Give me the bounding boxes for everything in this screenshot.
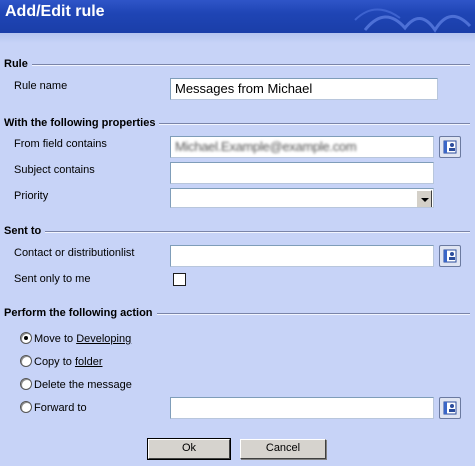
section-properties: With the following properties <box>4 117 470 129</box>
forward-address-book-button[interactable] <box>439 397 461 419</box>
section-sent-to: Sent to <box>4 225 470 237</box>
move-to-label: Move to Developing <box>34 333 131 345</box>
section-action: Perform the following action <box>4 307 470 319</box>
forward-to-radio[interactable] <box>20 401 32 413</box>
section-sent-to-heading: Sent to <box>4 225 42 237</box>
ok-button[interactable]: Ok <box>147 438 231 460</box>
title-bar: Add/Edit rule <box>0 0 475 33</box>
copy-to-radio[interactable] <box>20 355 32 367</box>
sent-only-to-me-checkbox[interactable] <box>173 273 186 286</box>
delete-message-label: Delete the message <box>34 379 132 391</box>
title-bar-shadow <box>0 33 475 43</box>
section-rule-heading: Rule <box>4 58 28 70</box>
copy-to-text: Copy to <box>34 356 75 368</box>
subject-input[interactable] <box>170 162 434 184</box>
move-to-radio[interactable] <box>20 332 32 344</box>
window-title: Add/Edit rule <box>5 3 105 20</box>
address-book-icon <box>443 140 457 154</box>
contact-label: Contact or distributionlist <box>14 247 135 259</box>
sent-only-to-me-label: Sent only to me <box>14 273 91 285</box>
from-address-book-button[interactable] <box>439 136 461 158</box>
from-field-label: From field contains <box>14 138 107 150</box>
delete-message-radio[interactable] <box>20 378 32 390</box>
section-properties-heading: With the following properties <box>4 117 156 129</box>
copy-to-label: Copy to folder <box>34 356 103 368</box>
rule-name-input[interactable]: Messages from Michael <box>170 78 438 100</box>
chevron-down-icon[interactable] <box>416 190 432 207</box>
rule-name-label: Rule name <box>14 80 68 92</box>
forward-to-label: Forward to <box>34 402 87 414</box>
from-field-value: Michael.Example@example.com <box>175 139 357 154</box>
contact-input[interactable] <box>170 245 434 267</box>
title-decoration-icon <box>354 8 472 33</box>
priority-select[interactable] <box>170 188 434 208</box>
move-to-folder-link[interactable]: Developing <box>76 333 131 345</box>
subject-label: Subject contains <box>14 164 95 176</box>
from-field-input[interactable]: Michael.Example@example.com <box>170 136 434 158</box>
cancel-button[interactable]: Cancel <box>240 439 326 459</box>
priority-label: Priority <box>14 190 49 202</box>
address-book-icon <box>443 401 457 415</box>
forward-to-input[interactable] <box>170 397 434 419</box>
section-action-heading: Perform the following action <box>4 307 153 319</box>
address-book-icon <box>443 249 457 263</box>
section-rule: Rule <box>4 58 470 70</box>
contact-address-book-button[interactable] <box>439 245 461 267</box>
move-to-text: Move to <box>34 333 77 345</box>
copy-to-folder-link[interactable]: folder <box>75 356 103 368</box>
